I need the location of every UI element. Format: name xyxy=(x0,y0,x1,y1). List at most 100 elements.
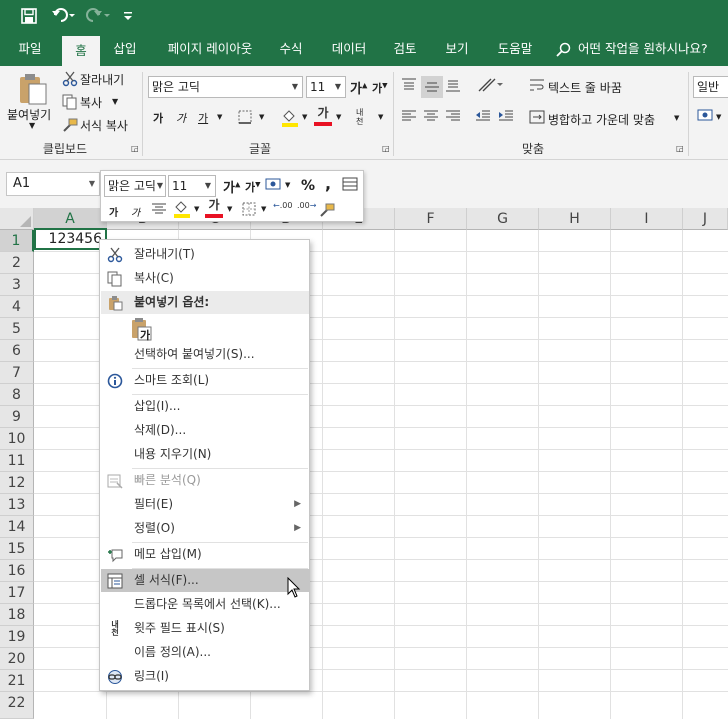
undo-icon[interactable] xyxy=(50,6,78,26)
cell-a1[interactable]: 123456 xyxy=(34,228,107,250)
tab-page-layout[interactable]: 페이지 레이아웃 xyxy=(158,34,262,66)
increase-indent-icon[interactable] xyxy=(497,110,515,126)
mini-fill-dropdown[interactable]: ▼ xyxy=(194,205,199,213)
menu-item-link[interactable]: 링크(I) xyxy=(101,665,309,688)
mini-accounting-icon[interactable] xyxy=(264,177,282,193)
phonetic-dropdown[interactable]: ▼ xyxy=(378,113,383,121)
row-header[interactable]: 12 xyxy=(0,472,34,494)
menu-item-insert[interactable]: 삽입(I)... xyxy=(101,395,309,418)
row-header[interactable]: 3 xyxy=(0,274,34,296)
mini-fill-color-icon[interactable] xyxy=(173,199,191,219)
menu-item-format-cells[interactable]: 셀 서식(F)... xyxy=(101,569,309,592)
mini-format-cells-icon[interactable] xyxy=(341,177,359,193)
merge-dropdown[interactable]: ▼ xyxy=(674,114,679,122)
mini-increase-decimal-button[interactable]: ←.00 xyxy=(273,202,292,210)
row-header[interactable]: 6 xyxy=(0,340,34,362)
mini-bold-button[interactable]: 가 xyxy=(109,204,118,219)
row-header[interactable]: 15 xyxy=(0,538,34,560)
row-header[interactable]: 18 xyxy=(0,604,34,626)
row-header[interactable]: 1 xyxy=(0,230,34,252)
column-header-a[interactable]: A xyxy=(34,208,107,230)
mini-decrease-decimal-button[interactable]: .00→ xyxy=(297,202,316,210)
redo-icon[interactable] xyxy=(84,6,112,26)
wrap-text-button[interactable]: 텍스트 줄 바꿈 xyxy=(548,79,622,96)
align-middle-icon[interactable] xyxy=(421,76,443,98)
row-header[interactable]: 13 xyxy=(0,494,34,516)
phonetic-button[interactable]: 내천 xyxy=(356,108,370,126)
mini-accounting-dropdown[interactable]: ▼ xyxy=(285,181,290,189)
format-painter-button[interactable]: 서식 복사 xyxy=(80,117,128,134)
cut-button[interactable]: 잘라내기 xyxy=(80,71,124,88)
tab-review[interactable]: 검토 xyxy=(386,34,424,66)
italic-button[interactable]: 가 xyxy=(176,110,186,126)
menu-item-define-name[interactable]: 이름 정의(A)... xyxy=(101,641,309,664)
mini-font-size-select[interactable]: 11 ▼ xyxy=(168,175,216,197)
clipboard-launcher-icon[interactable]: ◲ xyxy=(131,144,139,153)
mini-font-color-icon[interactable]: 가 xyxy=(205,198,223,220)
row-header[interactable]: 22 xyxy=(0,692,34,719)
row-header[interactable]: 5 xyxy=(0,318,34,340)
fill-color-icon[interactable] xyxy=(281,108,299,128)
row-header[interactable]: 2 xyxy=(0,252,34,274)
align-top-icon[interactable] xyxy=(400,78,418,96)
row-header[interactable]: 4 xyxy=(0,296,34,318)
mini-grow-font-button[interactable]: 가▲ xyxy=(223,177,240,196)
font-color-dropdown[interactable]: ▼ xyxy=(336,113,341,121)
borders-icon[interactable] xyxy=(237,110,253,126)
menu-item-smart-lookup[interactable]: 스마트 조회(L) xyxy=(101,369,309,392)
row-header[interactable]: 19 xyxy=(0,626,34,648)
menu-item-sort[interactable]: 정렬(O) ▶ xyxy=(101,517,309,540)
tab-data[interactable]: 데이터 xyxy=(324,34,374,66)
underline-dropdown[interactable]: ▼ xyxy=(217,113,222,121)
row-header[interactable]: 20 xyxy=(0,648,34,670)
align-left-icon[interactable] xyxy=(400,110,418,126)
tell-me-box[interactable]: 어떤 작업을 원하시나요? xyxy=(578,34,728,66)
menu-item-show-phonetic[interactable]: 내천 윗주 필드 표시(S) xyxy=(101,617,309,640)
tab-file[interactable]: 파일 xyxy=(8,34,52,66)
row-header[interactable]: 9 xyxy=(0,406,34,428)
select-all-corner[interactable] xyxy=(0,208,34,230)
row-header[interactable]: 10 xyxy=(0,428,34,450)
mini-borders-dropdown[interactable]: ▼ xyxy=(261,205,266,213)
font-color-icon[interactable]: 가 xyxy=(314,106,332,128)
lightbulb-search-icon[interactable] xyxy=(556,42,572,58)
mini-align-center-icon[interactable] xyxy=(151,203,167,217)
row-header[interactable]: 16 xyxy=(0,560,34,582)
tab-formulas[interactable]: 수식 xyxy=(272,34,310,66)
merge-center-button[interactable]: 병합하고 가운데 맞춤 xyxy=(548,111,655,128)
mini-shrink-font-button[interactable]: 가▼ xyxy=(245,179,261,195)
accounting-dropdown[interactable]: ▼ xyxy=(716,113,721,121)
align-center-icon[interactable] xyxy=(422,110,440,126)
font-name-select[interactable]: 맑은 고딕 ▼ xyxy=(148,76,303,98)
row-header[interactable]: 21 xyxy=(0,670,34,692)
row-header[interactable]: 8 xyxy=(0,384,34,406)
menu-item-filter[interactable]: 필터(E) ▶ xyxy=(101,493,309,516)
decrease-indent-icon[interactable] xyxy=(474,110,492,126)
tab-home[interactable]: 홈 xyxy=(62,34,100,66)
mini-font-color-dropdown[interactable]: ▼ xyxy=(227,205,232,213)
fill-color-dropdown[interactable]: ▼ xyxy=(302,113,307,121)
paste-option-keep-text[interactable]: 가 xyxy=(130,317,154,343)
paste-icon[interactable] xyxy=(16,72,50,106)
menu-item-cut[interactable]: 잘라내기(T) xyxy=(101,243,309,266)
column-header-i[interactable]: I xyxy=(611,208,683,230)
customize-icon[interactable] xyxy=(122,10,134,24)
bold-button[interactable]: 가 xyxy=(153,110,163,126)
menu-item-clear-contents[interactable]: 내용 지우기(N) xyxy=(101,443,309,466)
tab-help[interactable]: 도움말 xyxy=(490,34,540,66)
menu-item-copy[interactable]: 복사(C) xyxy=(101,267,309,290)
underline-button[interactable]: 가 xyxy=(198,110,208,126)
mini-font-name-select[interactable]: 맑은 고딕 ▼ xyxy=(104,175,166,197)
column-header-f[interactable]: F xyxy=(395,208,467,230)
orientation-icon[interactable] xyxy=(476,76,504,96)
paste-dropdown[interactable]: ▼ xyxy=(29,121,35,130)
save-icon[interactable] xyxy=(20,8,38,26)
column-header-h[interactable]: H xyxy=(539,208,611,230)
menu-item-paste-special[interactable]: 선택하여 붙여넣기(S)... xyxy=(101,343,309,366)
font-launcher-icon[interactable]: ◲ xyxy=(382,144,390,153)
copy-button[interactable]: 복사 xyxy=(80,94,102,111)
tab-insert[interactable]: 삽입 xyxy=(106,34,144,66)
menu-item-pick-from-dropdown[interactable]: 드롭다운 목록에서 선택(K)... xyxy=(101,593,309,616)
menu-item-delete[interactable]: 삭제(D)... xyxy=(101,419,309,442)
column-header-g[interactable]: G xyxy=(467,208,539,230)
